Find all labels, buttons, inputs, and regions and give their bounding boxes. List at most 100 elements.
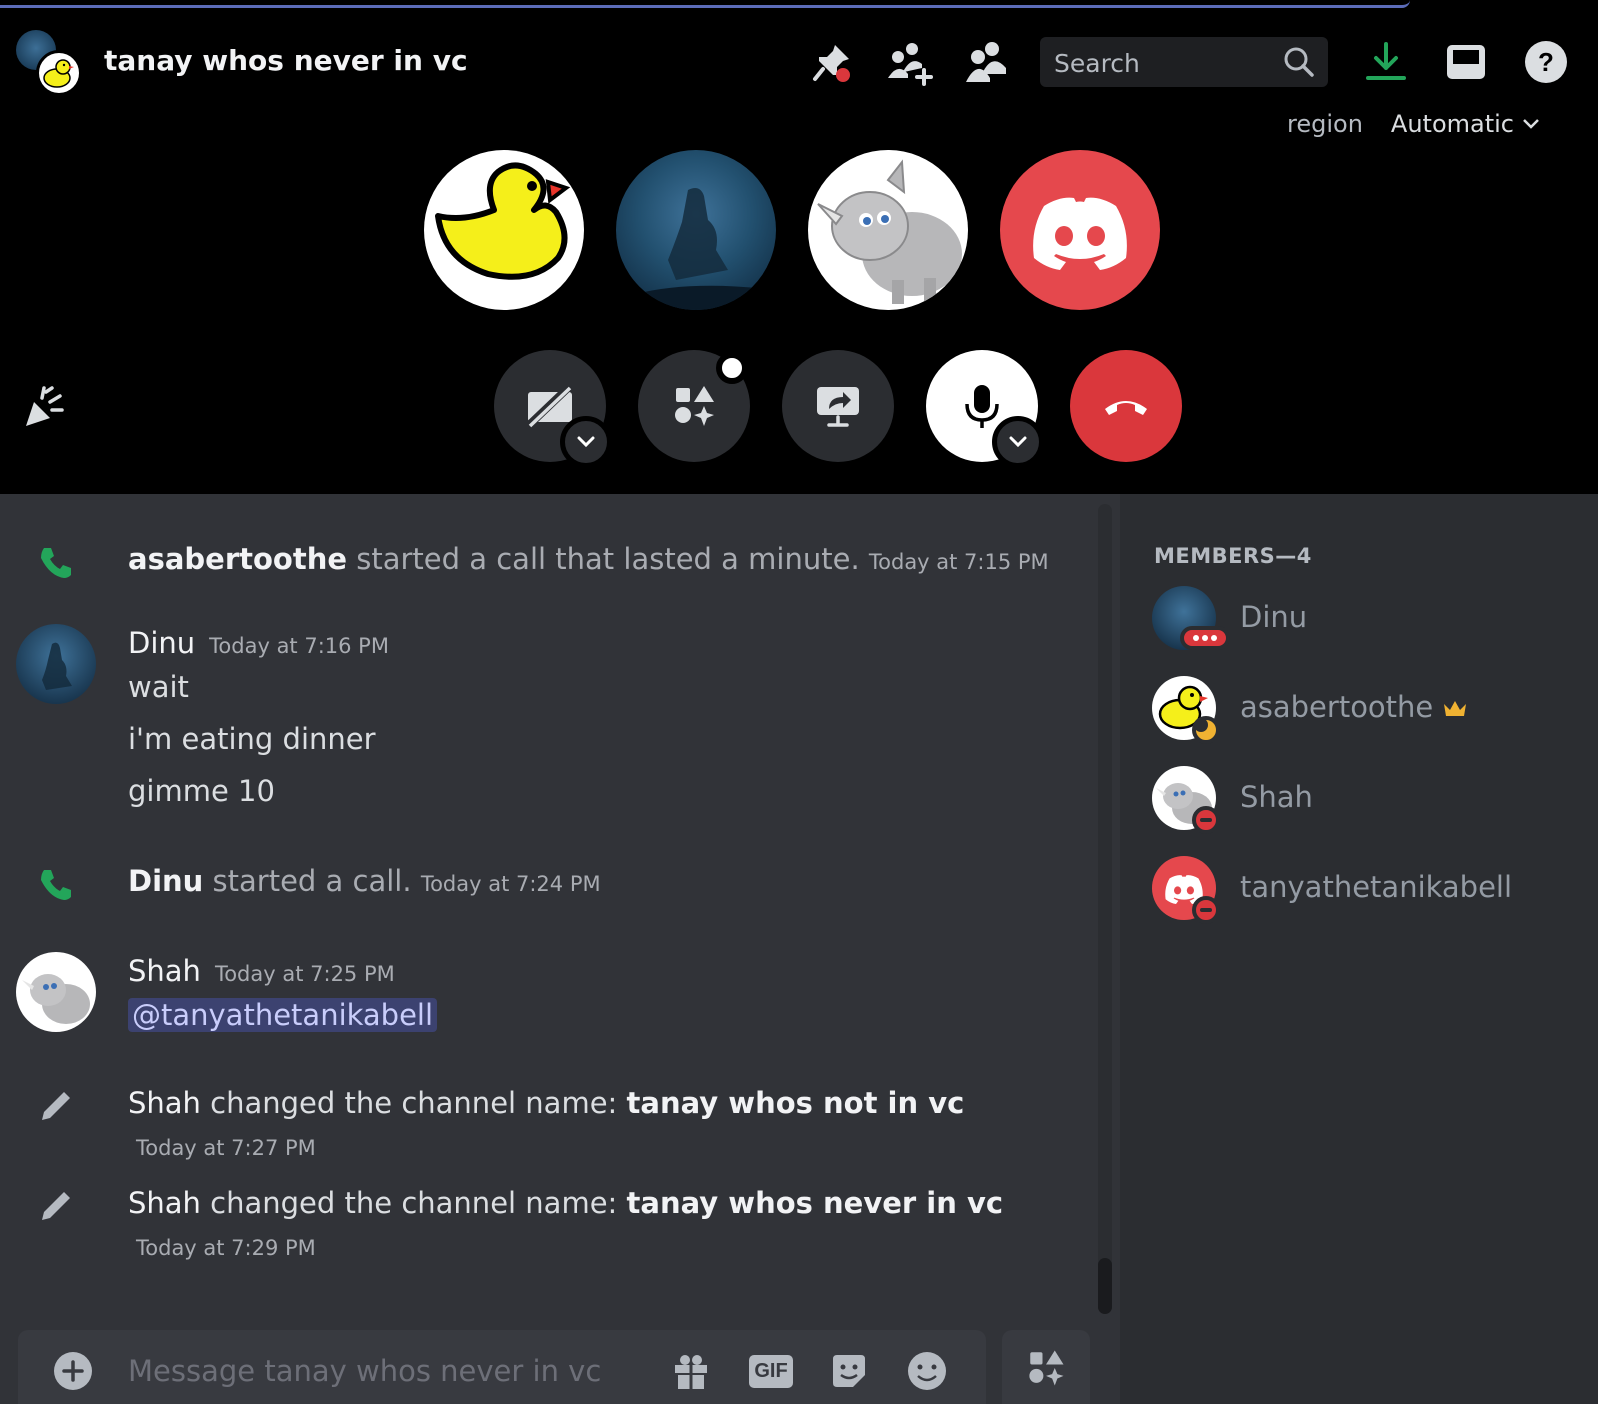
participant-duck-avatar[interactable] — [424, 150, 584, 310]
member-list: MEMBERS—4 Dinu asabertoothe Shah tanyath… — [1120, 494, 1598, 1404]
sticker-button[interactable] — [826, 1348, 872, 1394]
pencil-icon — [34, 1184, 78, 1228]
message-text: i'm eating dinner — [128, 722, 376, 756]
rhino-avatar-icon — [817, 159, 962, 304]
inbox-icon — [1447, 45, 1485, 79]
phone-icon — [34, 862, 78, 906]
message-text: gimme 10 — [128, 774, 275, 808]
download-icon — [1366, 42, 1406, 80]
message-timestamp: Today at 7:29 PM — [136, 1236, 316, 1260]
attach-button[interactable] — [54, 1352, 92, 1390]
member-name: Dinu — [1240, 600, 1308, 634]
soundboard-button[interactable] — [14, 380, 70, 436]
avatar[interactable] — [16, 624, 96, 704]
search-icon — [1282, 45, 1316, 83]
message-author[interactable]: Shah — [128, 1186, 201, 1220]
participant-dinu-avatar[interactable] — [616, 150, 776, 310]
member-item[interactable]: tanyathetanikabell — [1152, 856, 1592, 926]
camera-toggle-button[interactable] — [494, 350, 612, 468]
message-author[interactable]: Shah — [128, 1086, 201, 1120]
title-bar: tanay whos never in vc Search ? — [0, 30, 1598, 96]
message-author[interactable]: Shah — [128, 954, 201, 988]
message-timestamp: Today at 7:25 PM — [214, 962, 395, 986]
microphone-toggle-button[interactable] — [926, 350, 1044, 468]
message-group: Shah Today at 7:25 PM @tanyathetanikabell — [0, 952, 1090, 1052]
member-name: Shah — [1240, 780, 1313, 814]
dnd-status-badge — [1192, 896, 1220, 924]
crown-icon — [1442, 698, 1468, 724]
emoji-button[interactable] — [904, 1348, 950, 1394]
party-popper-icon — [26, 386, 64, 426]
channel-title: tanay whos never in vc — [104, 44, 468, 77]
inbox-button[interactable] — [1442, 38, 1490, 86]
participant-default-avatar[interactable] — [1000, 150, 1160, 310]
gif-button[interactable]: GIF — [748, 1348, 794, 1394]
message-timestamp: Today at 7:24 PM — [420, 872, 601, 896]
search-placeholder: Search — [1054, 49, 1140, 78]
chevron-down-icon — [1009, 436, 1027, 448]
screen-share-button[interactable] — [782, 350, 894, 462]
chevron-down-icon — [577, 436, 595, 448]
help-icon: ? — [1525, 41, 1567, 83]
pin-icon — [813, 45, 850, 82]
smiley-icon — [908, 1352, 946, 1390]
message-composer: Message tanay whos never in vc GIF — [18, 1330, 986, 1404]
microphone-options-dropdown[interactable] — [992, 416, 1044, 468]
sticker-icon — [833, 1355, 865, 1387]
call-system-message: asabertoothe started a call that lasted … — [0, 534, 1090, 594]
camera-options-dropdown[interactable] — [560, 416, 612, 468]
call-system-message: Dinu started a call. Today at 7:24 PM — [0, 856, 1090, 916]
app-launcher-button[interactable] — [1002, 1330, 1090, 1404]
participant-rhino-avatar[interactable] — [808, 150, 968, 310]
duck-avatar-icon — [435, 162, 571, 280]
region-dropdown[interactable]: Automatic — [1391, 110, 1540, 138]
scrollbar-track[interactable] — [1098, 504, 1112, 1314]
gif-label: GIF — [749, 1354, 793, 1388]
new-channel-name: tanay whos not in vc — [626, 1086, 965, 1120]
phone-icon — [34, 540, 78, 584]
new-channel-name: tanay whos never in vc — [626, 1186, 1004, 1220]
group-dm-avatar — [16, 30, 86, 100]
region-selector: region Automatic — [1287, 106, 1540, 142]
message-text: started a call. — [212, 864, 412, 898]
call-area: tanay whos never in vc Search ? region A… — [0, 0, 1598, 494]
top-accent-line — [0, 0, 1410, 8]
add-user-icon — [888, 43, 933, 86]
message-author[interactable]: Dinu — [128, 626, 195, 660]
rename-system-message: Shah changed the channel name: tanay who… — [0, 1076, 1090, 1166]
message-text: changed the channel name: — [210, 1186, 618, 1220]
member-item[interactable]: Shah — [1152, 766, 1592, 836]
help-button[interactable]: ? — [1522, 38, 1570, 86]
pencil-icon — [34, 1084, 78, 1128]
message-timestamp: Today at 7:16 PM — [209, 634, 389, 658]
hang-up-icon — [1105, 401, 1147, 415]
scrollbar-thumb[interactable] — [1098, 1258, 1112, 1314]
idle-status-badge — [1192, 716, 1220, 744]
rename-system-message: Shah changed the channel name: tanay who… — [0, 1176, 1090, 1266]
message-group: Dinu Today at 7:16 PM wait i'm eating din… — [0, 624, 1090, 824]
message-text: changed the channel name: — [210, 1086, 618, 1120]
pinned-messages-button[interactable] — [808, 38, 856, 86]
message-author[interactable]: asabertoothe — [128, 542, 347, 576]
message-input[interactable]: Message tanay whos never in vc — [128, 1354, 601, 1388]
activities-icon — [1029, 1350, 1064, 1386]
activities-button[interactable] — [638, 350, 750, 462]
message-author[interactable]: Dinu — [128, 864, 203, 898]
member-name: asabertoothe — [1240, 690, 1434, 724]
member-item[interactable]: Dinu — [1152, 586, 1592, 656]
member-item[interactable]: asabertoothe — [1152, 676, 1592, 746]
microphone-icon — [965, 385, 999, 428]
photo-avatar-icon — [616, 188, 776, 310]
chevron-down-icon — [1523, 119, 1539, 129]
message-text: started a call that lasted a minute. — [356, 542, 860, 576]
add-friends-to-dm-button[interactable] — [886, 38, 934, 86]
disconnect-button[interactable] — [1070, 350, 1182, 462]
download-button[interactable] — [1362, 38, 1410, 86]
avatar[interactable] — [16, 952, 96, 1032]
search-input[interactable]: Search — [1040, 37, 1328, 87]
gift-button[interactable] — [668, 1348, 714, 1394]
member-list-toggle[interactable] — [964, 38, 1012, 86]
message-list[interactable]: asabertoothe started a call that lasted … — [0, 494, 1120, 1404]
user-mention[interactable]: @tanyathetanikabell — [128, 998, 438, 1032]
people-icon — [966, 42, 1006, 82]
